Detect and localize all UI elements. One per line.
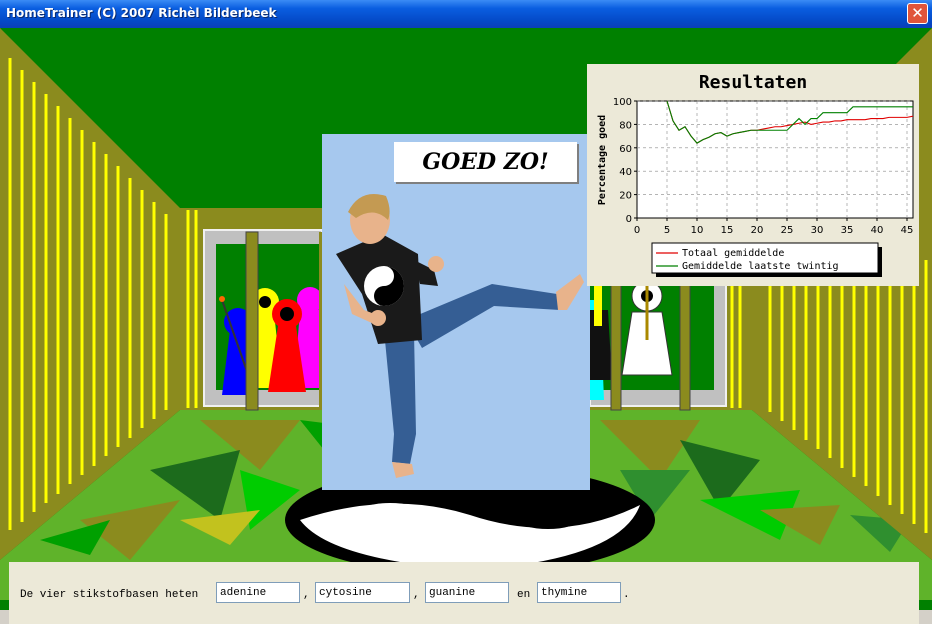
- separator-1: ,: [303, 589, 310, 601]
- feedback-banner: GOED ZO!: [394, 142, 577, 182]
- x-tick-label: 10: [691, 225, 704, 236]
- legend-label-twintig: Gemiddelde laatste twintig: [682, 261, 839, 272]
- x-tick-label: 35: [841, 225, 854, 236]
- answer-field-2[interactable]: [315, 582, 410, 603]
- close-button[interactable]: ✕: [907, 3, 928, 24]
- y-tick-label: 80: [619, 120, 632, 131]
- answer-field-3[interactable]: [425, 582, 509, 603]
- karate-photo-panel: [322, 134, 590, 490]
- x-tick-label: 0: [634, 225, 640, 236]
- results-chart: 0 5 10 15 20 25 30 35 40 45 0 20 40 60 80 100 Percentag…: [597, 97, 914, 277]
- answer-field-4[interactable]: [537, 582, 621, 603]
- y-tick-label: 60: [619, 144, 632, 155]
- separator-3: en: [517, 589, 531, 601]
- suffix-period: .: [623, 589, 630, 601]
- x-tick-label: 5: [664, 225, 670, 236]
- x-tick-label: 25: [781, 225, 794, 236]
- title-bar[interactable]: HomeTrainer (C) 2007 Richèl Bilderbeek ✕: [0, 0, 932, 28]
- y-axis-label: Percentage goed: [597, 115, 608, 205]
- app-window: HomeTrainer (C) 2007 Richèl Bilderbeek ✕: [0, 0, 932, 624]
- legend-label-totaal: Totaal gemiddelde: [682, 248, 784, 259]
- question-prefix: De vier stikstofbasen heten: [20, 589, 199, 601]
- y-tick-label: 100: [613, 97, 632, 108]
- x-tick-label: 15: [721, 225, 734, 236]
- x-tick-label: 20: [751, 225, 764, 236]
- separator-2: ,: [413, 589, 420, 601]
- x-tick-label: 45: [901, 225, 914, 236]
- question-bar: De vier stikstofbasen heten , , en .: [9, 562, 919, 624]
- y-tick-label: 20: [619, 191, 632, 202]
- window-title: HomeTrainer (C) 2007 Richèl Bilderbeek: [6, 6, 277, 20]
- dojo-scene: GOED ZO! Resultaten 0 5 10 15 20 25 30 35 40 45 0 2…: [0, 28, 932, 624]
- chart-legend: Totaal gemiddelde Gemiddelde laatste twi…: [651, 242, 882, 277]
- y-tick-label: 0: [626, 214, 632, 225]
- x-tick-label: 40: [871, 225, 884, 236]
- results-panel: Resultaten 0 5 10 15 20 25 30 35 40 45 0 20 40 60 80 10…: [587, 64, 919, 286]
- x-tick-label: 30: [811, 225, 824, 236]
- answer-field-1[interactable]: [216, 582, 300, 603]
- karate-kicker-figure: [336, 194, 584, 478]
- y-tick-label: 40: [619, 167, 632, 178]
